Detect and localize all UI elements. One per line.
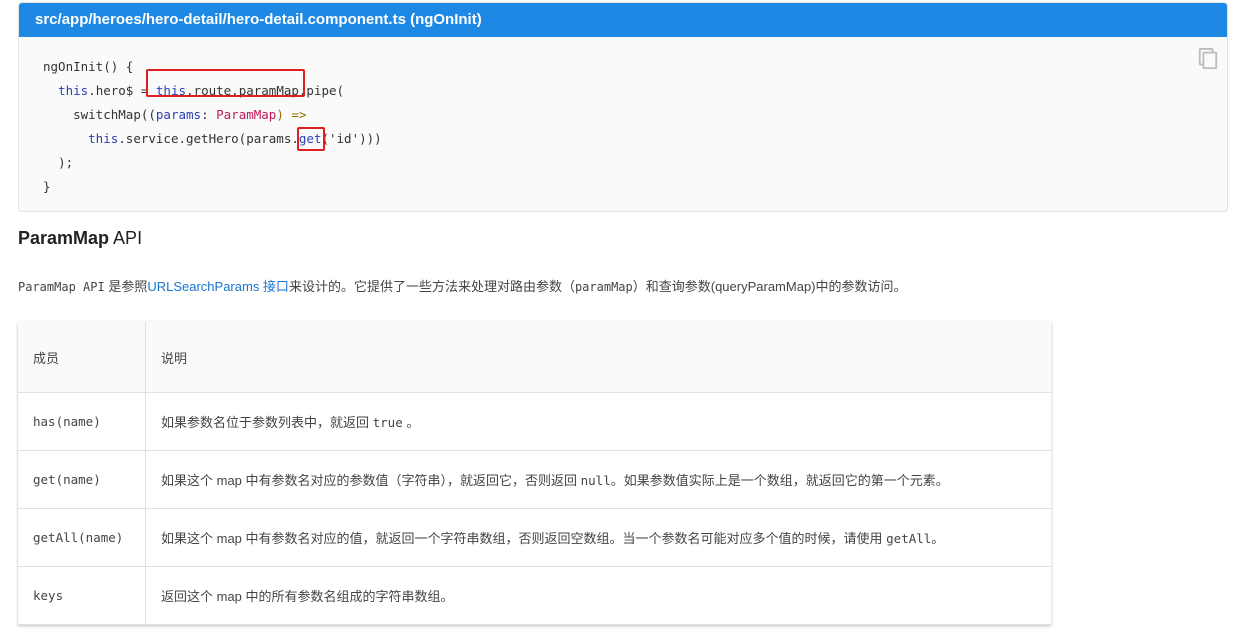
desc-text: 。 [931, 531, 945, 546]
desc-code: true [372, 415, 403, 430]
desc-text: 如果参数名位于参数列表中，就返回 [161, 415, 373, 430]
table-row: has(name) 如果参数名位于参数列表中，就返回 true 。 [18, 392, 1051, 451]
section-heading: ParamMap API [18, 228, 142, 249]
table-header-row: 成员 说明 [18, 322, 1051, 393]
description-cell: 如果这个 map 中有参数名对应的参数值（字符串），就返回它，否则返回 null… [145, 450, 1051, 509]
highlight-box-parammap [146, 69, 305, 97]
highlight-box-get [297, 127, 325, 151]
desc-text: 。如果参数值实际上是一个数组，就返回它的第一个元素。 [610, 473, 949, 488]
code-line-5: ); [43, 155, 73, 170]
code-text: ('id'))) [321, 131, 382, 146]
code-type: ParamMap [216, 107, 277, 122]
header-description: 说明 [145, 322, 1051, 393]
heading-rest: API [109, 228, 143, 248]
code-text: ); [58, 155, 74, 170]
member-cell: getAll(name) [18, 508, 146, 567]
desc-text: 如果这个 map 中有参数名对应的值，就返回一个字符串数组，否则返回空数组。当一… [161, 531, 887, 546]
desc-text: 如果这个 map 中有参数名对应的参数值（字符串），就返回它，否则返回 [161, 473, 581, 488]
header-member: 成员 [18, 322, 146, 393]
urlsearchparams-link[interactable]: URLSearchParams 接口 [147, 279, 289, 294]
code-keyword: this [58, 83, 89, 98]
code-line-3: switchMap((params: ParamMap) => [43, 107, 306, 122]
code-text: : [201, 107, 217, 122]
description-cell: 如果参数名位于参数列表中，就返回 true 。 [145, 392, 1051, 451]
heading-bold: ParamMap [18, 228, 110, 248]
table-row: get(name) 如果这个 map 中有参数名对应的参数值（字符串），就返回它… [18, 450, 1051, 509]
desc-text: 来设计的。它提供了一些方法来处理对路由参数（ [288, 279, 575, 294]
code-text: ) => [276, 107, 307, 122]
code-keyword: this [88, 131, 119, 146]
code-card: src/app/heroes/hero-detail/hero-detail.c… [18, 2, 1228, 212]
parammap-table: 成员 说明 has(name) 如果参数名位于参数列表中，就返回 true 。 … [18, 322, 1051, 625]
table-row: keys 返回这个 map 中的所有参数名组成的字符串数组。 [18, 566, 1051, 625]
copy-icon[interactable] [1197, 47, 1219, 71]
desc-code: getAll [886, 531, 932, 546]
desc-text: ）和查询参数(queryParamMap)中的参数访问。 [632, 279, 907, 294]
code-line-6: } [43, 179, 51, 194]
description-cell: 返回这个 map 中的所有参数名组成的字符串数组。 [145, 566, 1051, 625]
description-cell: 如果这个 map 中有参数名对应的值，就返回一个字符串数组，否则返回空数组。当一… [145, 508, 1051, 567]
desc-code: paramMap [574, 280, 633, 294]
code-text: switchMap(( [73, 107, 156, 122]
member-cell: has(name) [18, 392, 146, 451]
desc-text: 是参照 [104, 279, 148, 294]
code-line-1: ngOnInit() { [43, 59, 133, 74]
desc-code: null [580, 473, 611, 488]
code-file-title: src/app/heroes/hero-detail/hero-detail.c… [19, 3, 1227, 37]
code-param: params [155, 107, 202, 122]
desc-text: 返回这个 map 中的所有参数名组成的字符串数组。 [161, 589, 454, 604]
member-cell: get(name) [18, 450, 146, 509]
description-paragraph: ParamMap API 是参照URLSearchParams 接口来设计的。它… [18, 276, 907, 295]
table-row: getAll(name) 如果这个 map 中有参数名对应的值，就返回一个字符串… [18, 508, 1051, 567]
code-text: } [43, 179, 51, 194]
code-line-4: this.service.getHero(params.get('id'))) [43, 131, 382, 146]
code-text: .service.getHero(params. [118, 131, 299, 146]
desc-text: ParamMap API [18, 280, 105, 294]
desc-text: 。 [402, 415, 420, 430]
member-cell: keys [18, 566, 146, 625]
code-text: ngOnInit() { [43, 59, 134, 74]
